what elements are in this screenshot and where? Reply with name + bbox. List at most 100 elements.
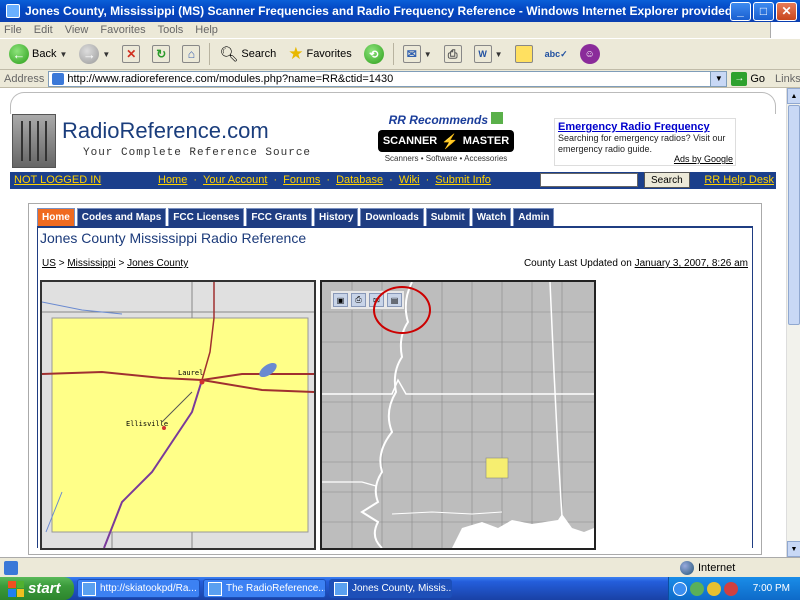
favorites-button[interactable]: ★ Favorites	[285, 41, 355, 67]
mail-dropdown-icon[interactable]: ▼	[424, 50, 432, 59]
county-road-map[interactable]: Laurel Ellisville	[40, 280, 316, 550]
help-desk-link[interactable]: RR Help Desk	[704, 174, 774, 186]
edit-button[interactable]: W ▼	[471, 41, 506, 67]
taskbar-item-2[interactable]: The RadioReference....	[203, 579, 326, 598]
tab-admin[interactable]: Admin	[513, 208, 555, 226]
home-button[interactable]: ⌂	[179, 41, 203, 67]
tab-codes-and-maps[interactable]: Codes and Maps	[76, 208, 167, 226]
window-titlebar: Jones County, Mississippi (MS) Scanner F…	[0, 0, 800, 22]
close-button[interactable]: ✕	[776, 1, 797, 21]
notes-button[interactable]	[512, 41, 536, 67]
ad-title-link[interactable]: Emergency Radio Frequency	[558, 121, 732, 133]
tab-fcc-licenses[interactable]: FCC Licenses	[168, 208, 245, 226]
breadcrumb-jones-county[interactable]: Jones County	[127, 258, 188, 269]
tab-home[interactable]: Home	[37, 208, 75, 226]
system-tray: 7:00 PM	[668, 577, 800, 600]
scroll-up-icon[interactable]: ▲	[787, 88, 800, 104]
back-button[interactable]: ← Back ▼	[6, 41, 70, 67]
tray-app-icon[interactable]	[724, 581, 738, 596]
nav-account-link[interactable]: Your Account	[203, 174, 267, 186]
address-field-container[interactable]: ▼	[48, 70, 728, 87]
go-button[interactable]: → Go	[731, 71, 766, 86]
back-arrow-icon: ←	[9, 44, 29, 64]
state-map-svg	[322, 282, 594, 548]
internet-globe-icon	[680, 560, 694, 575]
not-logged-in-link[interactable]: NOT LOGGED IN	[14, 174, 101, 186]
nav-forums-link[interactable]: Forums	[283, 174, 320, 186]
links-toolbar[interactable]: Links	[775, 73, 800, 85]
forward-dropdown-icon[interactable]: ▼	[102, 50, 110, 59]
print-button[interactable]: ⎙	[441, 41, 465, 67]
start-button[interactable]: start	[0, 577, 74, 600]
taskbar-item-1[interactable]: http://skiatookpd/Ra...	[77, 579, 200, 598]
spellcheck-button[interactable]: abc✓	[542, 41, 571, 67]
address-input[interactable]	[67, 72, 708, 85]
lightning-bolt-icon: ⚡	[441, 132, 459, 149]
tab-fcc-grants[interactable]: FCC Grants	[246, 208, 312, 226]
back-dropdown-icon[interactable]: ▼	[59, 50, 67, 59]
address-dropdown-icon[interactable]: ▼	[710, 71, 727, 86]
ads-by-google-link[interactable]: Ads by Google	[674, 154, 733, 164]
breadcrumb-us[interactable]: US	[42, 258, 56, 269]
highlighted-county[interactable]	[485, 457, 509, 479]
nav-home-link[interactable]: Home	[158, 174, 187, 186]
site-search-button[interactable]: Search	[644, 172, 690, 188]
page-scrollbar[interactable]: ▲ ▼	[786, 88, 800, 557]
forward-button[interactable]: → ▼	[76, 41, 113, 67]
tab-submit[interactable]: Submit	[425, 208, 470, 226]
messenger-button[interactable]: ☺	[577, 41, 603, 67]
mail-button[interactable]: ✉ ▼	[400, 41, 435, 67]
tab-watch[interactable]: Watch	[471, 208, 512, 226]
state-locator-map[interactable]: ▣ ⎙ ✉ ▤	[320, 280, 596, 550]
section-tabs: Home Codes and Maps FCC Licenses FCC Gra…	[29, 204, 761, 226]
scanner-master-subtitle: Scanners • Software • Accessories	[384, 154, 508, 163]
ie-window-icon	[82, 581, 96, 596]
address-bar: Address ▼ → Go Links	[0, 70, 800, 88]
menu-edit[interactable]: Edit	[34, 24, 53, 36]
taskbar-item-2-label: The RadioReference....	[226, 583, 326, 594]
nav-submit-info-link[interactable]: Submit Info	[435, 174, 491, 186]
tray-network-icon[interactable]	[673, 581, 687, 596]
menu-file[interactable]: File	[4, 24, 22, 36]
menu-tools[interactable]: Tools	[158, 24, 184, 36]
nav-wiki-link[interactable]: Wiki	[399, 174, 420, 186]
scanner-master-logo[interactable]: SCANNER ⚡ MASTER	[378, 130, 514, 152]
maximize-button[interactable]: □	[753, 1, 774, 21]
map-save-icon[interactable]: ▣	[333, 293, 348, 307]
stop-button[interactable]: ✕	[119, 41, 143, 67]
go-label: Go	[750, 72, 766, 85]
minimize-button[interactable]: _	[730, 1, 751, 21]
nav-separator: ·	[193, 174, 198, 186]
search-button[interactable]: 🔍︎ Search	[216, 41, 279, 67]
master-word: MASTER	[462, 135, 510, 147]
site-header: RadioReference.com Your Complete Referen…	[10, 110, 776, 172]
print-icon: ⎙	[443, 45, 462, 63]
scroll-down-icon[interactable]: ▼	[787, 541, 800, 557]
tray-security-icon[interactable]	[690, 581, 704, 596]
scroll-thumb[interactable]	[788, 105, 800, 325]
site-logo-image[interactable]	[12, 114, 56, 168]
refresh-button[interactable]: ↻	[149, 41, 173, 67]
toolbar-separator	[392, 43, 394, 65]
sponsor-banner[interactable]: RR Recommends SCANNER ⚡ MASTER Scanners …	[376, 112, 516, 163]
breadcrumb: US > Mississippi > Jones County	[42, 258, 188, 269]
menu-view[interactable]: View	[65, 24, 89, 36]
breadcrumb-mississippi[interactable]: Mississippi	[67, 258, 115, 269]
menu-help[interactable]: Help	[195, 24, 218, 36]
site-search-input[interactable]	[540, 173, 638, 187]
nav-database-link[interactable]: Database	[336, 174, 383, 186]
edit-dropdown-icon[interactable]: ▼	[495, 50, 503, 59]
tab-history[interactable]: History	[313, 208, 359, 226]
taskbar-item-3[interactable]: Jones County, Missis...	[329, 579, 452, 598]
site-nav-bar: NOT LOGGED IN Home · Your Account · Foru…	[10, 172, 776, 189]
clock[interactable]: 7:00 PM	[753, 583, 790, 594]
site-brand[interactable]: RadioReference.com	[62, 118, 269, 144]
ad-body: Searching for emergency radios? Visit ou…	[558, 133, 726, 154]
map-print-icon[interactable]: ⎙	[351, 293, 366, 307]
menu-favorites[interactable]: Favorites	[100, 24, 145, 36]
tab-downloads[interactable]: Downloads	[360, 208, 424, 226]
nav-separator: ·	[326, 174, 331, 186]
last-updated-date[interactable]: January 3, 2007, 8:26 am	[635, 258, 748, 269]
history-button[interactable]: ⟲	[361, 41, 387, 67]
tray-alert-icon[interactable]	[707, 581, 721, 596]
